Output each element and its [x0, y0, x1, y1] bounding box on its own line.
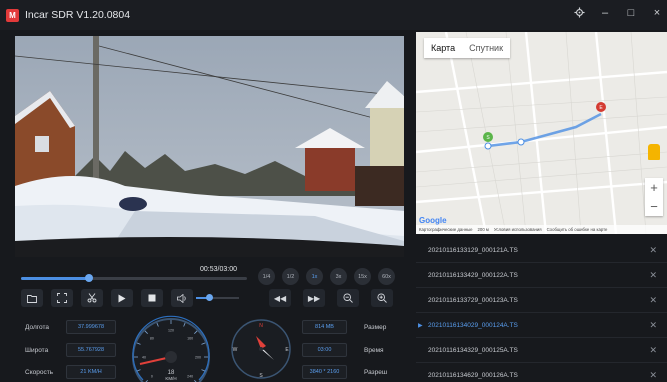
navigation-controls: ◀◀ ▶▶	[269, 289, 393, 307]
gauge-tick-label: 0	[151, 375, 153, 379]
forward-icon[interactable]: ▶▶	[303, 289, 325, 307]
speed-1x-button[interactable]: 1x	[306, 268, 323, 285]
logo-letter: M	[9, 10, 16, 20]
video-scene-image	[15, 36, 404, 257]
zoom-in-icon[interactable]	[371, 289, 393, 307]
file-list: 20210116133129_000121A.TS ✕ 2021011613342…	[416, 238, 667, 382]
gauge-tick-label: 120	[168, 329, 174, 333]
duration-label: Время	[364, 347, 384, 354]
gauge-tick-label: 240	[187, 375, 193, 379]
latitude-value: 55.767928	[66, 343, 116, 357]
gauge-tick-label: 160	[187, 336, 193, 340]
fullscreen-icon[interactable]	[51, 289, 73, 307]
gauge-tick-label: 200	[195, 356, 201, 360]
maximize-icon[interactable]: □	[625, 7, 637, 21]
seek-bar[interactable]	[21, 274, 247, 282]
resolution-value: 3840 * 2160	[302, 365, 347, 379]
speed-selector: 1/4 1/2 1x 3x 15x 60x	[258, 268, 395, 285]
zoom-out-icon[interactable]	[337, 289, 359, 307]
app-logo-icon: M	[6, 8, 19, 22]
close-icon[interactable]: ×	[651, 7, 663, 21]
map-panel[interactable]: S E Карта Спутник + − Google Картографич…	[416, 32, 667, 234]
map-type-tabs: Карта Спутник	[424, 38, 511, 58]
longitude-value: 37.999678	[66, 320, 116, 334]
speed-3x-button[interactable]: 3x	[330, 268, 347, 285]
file-list-item[interactable]: 20210116134629_000126A.TS ✕	[416, 363, 667, 382]
folder-icon[interactable]	[21, 289, 43, 307]
latitude-label: Широта	[25, 347, 49, 354]
volume-icon[interactable]	[171, 289, 193, 307]
map-roads: S E	[416, 32, 667, 234]
tab-satellite[interactable]: Спутник	[462, 38, 510, 58]
speedometer-unit: KM/H	[165, 376, 176, 381]
file-name: 20210116134029_000124A.TS	[428, 321, 518, 329]
file-list-item[interactable]: 20210116133729_000123A.TS ✕	[416, 288, 667, 313]
close-icon[interactable]: ✕	[649, 345, 657, 356]
volume-slider[interactable]	[196, 294, 239, 301]
tab-map[interactable]: Карта	[424, 38, 462, 58]
speed-1-4-button[interactable]: 1/4	[258, 268, 275, 285]
file-name: 20210116134629_000126A.TS	[428, 371, 518, 379]
seek-progress	[21, 277, 89, 280]
video-frame[interactable]	[15, 36, 404, 257]
playing-indicator-icon: ▶	[418, 322, 423, 329]
map-data-credit: Картографические данные	[419, 227, 473, 232]
report-error-link[interactable]: Сообщить об ошибке на карте	[547, 227, 608, 232]
time-readout: 00:53/03:00	[200, 266, 237, 273]
file-list-item[interactable]: ▶ 20210116134029_000124A.TS ✕	[416, 313, 667, 338]
speed-60x-button[interactable]: 60x	[378, 268, 395, 285]
google-logo: Google	[419, 216, 447, 225]
size-label: Размер	[364, 324, 387, 331]
window-controls: – □ ×	[573, 7, 663, 21]
speed-label: Скорость	[25, 369, 54, 376]
speedometer-gauge: 04080120160200240 18 KM/H	[132, 315, 210, 382]
close-icon[interactable]: ✕	[649, 295, 657, 306]
file-list-item[interactable]: 20210116133429_000122A.TS ✕	[416, 263, 667, 288]
seek-handle[interactable]	[84, 274, 93, 282]
gauge-tick-label: 40	[142, 356, 146, 360]
map-zoom-out-button[interactable]: −	[645, 197, 663, 216]
app-title: Incar SDR V1.20.0804	[25, 9, 131, 21]
file-list-item[interactable]: 20210116134329_000125A.TS ✕	[416, 338, 667, 363]
map-footer: Картографические данные 200 м Условия ис…	[416, 225, 667, 234]
volume-handle[interactable]	[205, 294, 213, 301]
gauge-tick-label: 80	[150, 336, 154, 340]
close-icon[interactable]: ✕	[649, 270, 657, 281]
gear-icon[interactable]	[573, 7, 585, 21]
stop-icon[interactable]	[141, 289, 163, 307]
map-scale: 200 м	[477, 227, 489, 232]
longitude-label: Долгота	[25, 324, 49, 331]
file-name: 20210116133129_000121A.TS	[428, 246, 518, 254]
speed-1-2-button[interactable]: 1/2	[282, 268, 299, 285]
compass: N E S W	[231, 319, 291, 379]
size-value: 814 MB	[302, 320, 347, 334]
close-icon[interactable]: ✕	[649, 370, 657, 381]
speed-15x-button[interactable]: 15x	[354, 268, 371, 285]
file-name: 20210116134329_000125A.TS	[428, 346, 518, 354]
play-icon[interactable]	[111, 289, 133, 307]
map-zoom-in-button[interactable]: +	[645, 178, 663, 197]
minimize-icon[interactable]: –	[599, 7, 611, 21]
file-name: 20210116133729_000123A.TS	[428, 296, 518, 304]
duration-value: 03:00	[302, 343, 347, 357]
cut-icon[interactable]	[81, 289, 103, 307]
title-bar: M Incar SDR V1.20.0804 – □ ×	[0, 0, 667, 30]
rewind-icon[interactable]: ◀◀	[269, 289, 291, 307]
terms-link[interactable]: Условия использования	[494, 227, 542, 232]
resolution-label: Разреш	[364, 369, 388, 376]
street-view-icon[interactable]	[648, 144, 660, 160]
compass-north: N	[259, 323, 263, 329]
speed-value: 21 KM/H	[66, 365, 116, 379]
compass-west: W	[233, 347, 238, 353]
file-list-item[interactable]: 20210116133129_000121A.TS ✕	[416, 238, 667, 263]
file-name: 20210116133429_000122A.TS	[428, 271, 518, 279]
map-zoom-control: + −	[645, 178, 663, 216]
app-window: M Incar SDR V1.20.0804 – □ × 00:53/03:00…	[0, 0, 667, 382]
close-icon[interactable]: ✕	[649, 245, 657, 256]
close-icon[interactable]: ✕	[649, 320, 657, 331]
playback-controls	[21, 289, 193, 307]
